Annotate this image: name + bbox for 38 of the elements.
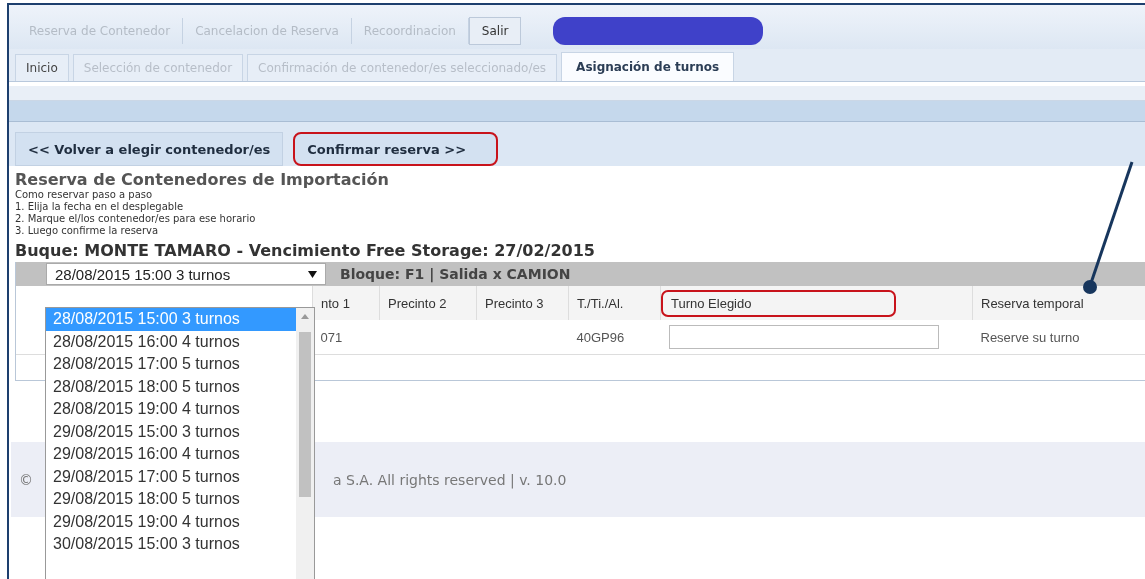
date-option[interactable]: 28/08/2015 16:00 4 turnos — [46, 330, 296, 353]
scroll-up-icon[interactable] — [301, 314, 309, 319]
action-button[interactable]: Confirmar reserva >> — [293, 132, 499, 166]
page-heading: Reserva de Contenedores de Importación — [15, 170, 390, 189]
column-header: Precinto 2 — [388, 295, 447, 311]
date-option[interactable]: 28/08/2015 19:00 4 turnos — [46, 398, 296, 421]
menu-button[interactable]: Salir — [468, 17, 522, 45]
date-option[interactable]: 30/08/2015 15:00 3 turnos — [46, 533, 296, 556]
instruction-text: 2. Marque el/los contenedor/es para ese horario — [15, 213, 257, 225]
column-header: nto 1 — [321, 295, 350, 311]
date-option[interactable]: 29/08/2015 16:00 4 turnos — [46, 443, 296, 466]
date-option[interactable]: 29/08/2015 19:00 4 turnos — [46, 510, 296, 533]
tab[interactable]: Inicio — [15, 54, 69, 81]
table-cell: 40GP96 — [576, 329, 625, 345]
date-option[interactable]: 28/08/2015 18:00 5 turnos — [46, 375, 296, 398]
column-header: Turno Elegido — [661, 289, 896, 317]
table-cell: 071 — [320, 329, 343, 345]
column-header: Precinto 3 — [485, 295, 544, 311]
scrollbar[interactable] — [296, 308, 314, 579]
footer-text: a S.A. All rights reserved | v. 10.0 — [333, 471, 567, 488]
date-select[interactable]: 28/08/2015 15:00 3 turnos — [46, 263, 326, 285]
instruction-text: Como reservar paso a paso — [15, 189, 154, 201]
copyright-mark: © — [19, 471, 33, 488]
vessel-info: Buque: MONTE TAMARO - Vencimiento Free Storage: 27/02/2015 — [15, 241, 596, 260]
caret-icon — [308, 270, 317, 278]
date-option[interactable]: 29/08/2015 18:00 5 turnos — [46, 488, 296, 511]
date-option[interactable]: 29/08/2015 15:00 3 turnos — [46, 420, 296, 443]
tab[interactable]: Asignación de turnos — [561, 52, 735, 81]
instruction-text: 3. Luego confirme la reserva — [15, 225, 160, 237]
action-button[interactable]: << Volver a elegir contenedor/es — [15, 132, 284, 166]
block-info: Bloque: F1 | Salida x CAMION — [340, 266, 571, 282]
column-header: T./Ti./Al. — [577, 295, 624, 311]
instruction-text: 1. Elija la fecha en el desplegable — [15, 201, 185, 213]
date-option[interactable]: 29/08/2015 17:00 5 turnos — [46, 465, 296, 488]
table-cell: Reserve su turno — [980, 329, 1080, 345]
date-option[interactable]: 28/08/2015 17:00 5 turnos — [46, 353, 296, 376]
column-header: Reserva temporal — [981, 295, 1084, 311]
turn-input-field[interactable] — [668, 325, 939, 349]
